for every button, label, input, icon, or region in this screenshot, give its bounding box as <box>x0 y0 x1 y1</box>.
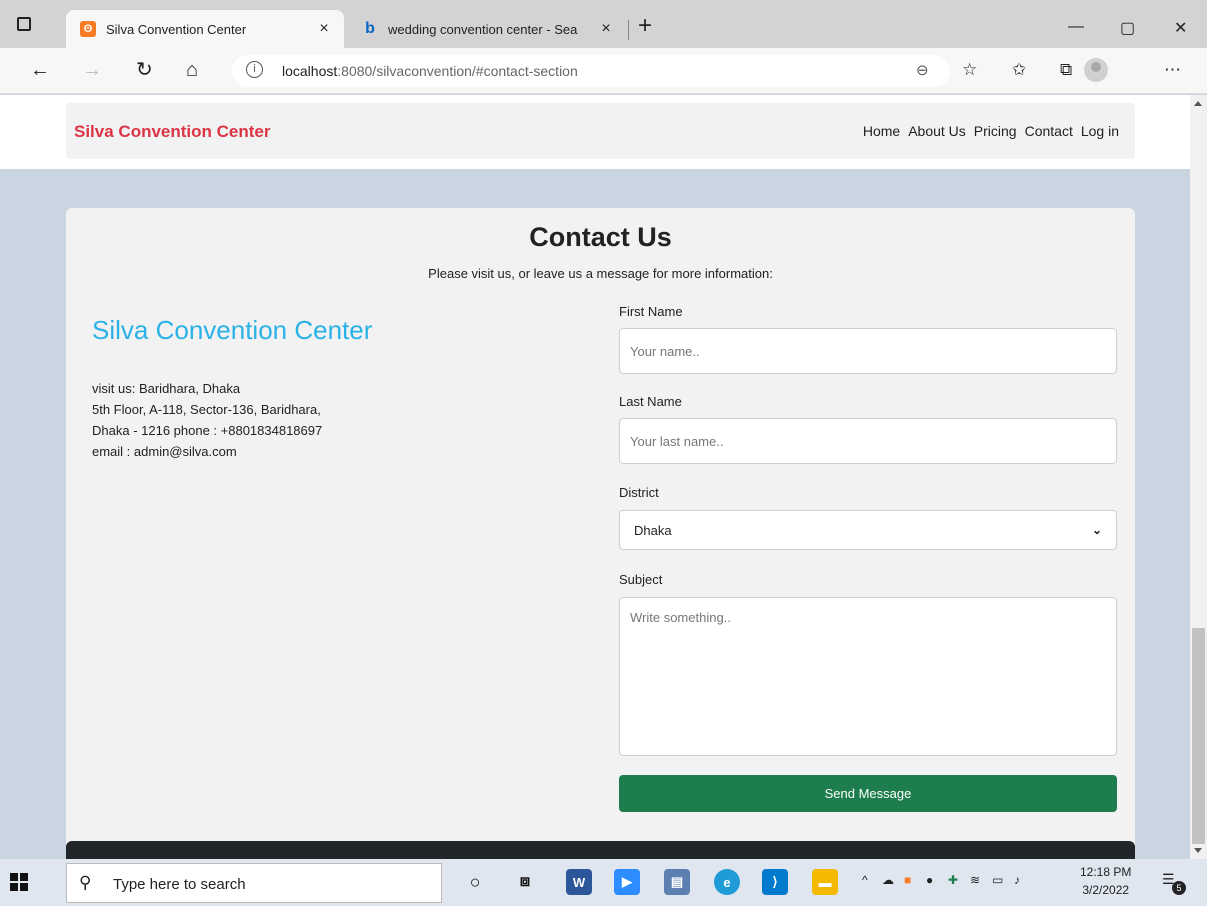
nav-link-contact[interactable]: Contact <box>1025 123 1073 139</box>
home-icon[interactable]: ⌂ <box>186 58 198 82</box>
more-options-icon[interactable]: ⋯ <box>1164 60 1181 80</box>
district-label: District <box>619 485 659 500</box>
address-line: email : admin@silva.com <box>92 444 237 459</box>
close-tab-icon[interactable]: × <box>594 20 618 38</box>
forward-icon[interactable]: → <box>82 58 102 82</box>
send-message-button[interactable]: Send Message <box>619 775 1117 812</box>
profile-avatar[interactable] <box>1084 58 1108 82</box>
first-name-input[interactable] <box>619 328 1117 374</box>
nav-link-login[interactable]: Log in <box>1081 123 1119 139</box>
collections-icon[interactable]: ⧉ <box>1060 60 1072 80</box>
site-navbar: Silva Convention Center Home About Us Pr… <box>66 103 1135 159</box>
tab-divider <box>628 20 629 40</box>
site-brand[interactable]: Silva Convention Center <box>74 122 270 142</box>
cortana-icon[interactable]: ○ <box>462 869 488 895</box>
windows-start-icon[interactable] <box>10 873 28 891</box>
zoom-icon[interactable]: ⊖ <box>916 61 929 79</box>
nav-links: Home About Us Pricing Contact Log in <box>863 123 1119 139</box>
tab-title: wedding convention center - Sea <box>388 21 578 37</box>
back-icon[interactable]: ← <box>30 58 50 82</box>
show-hidden-icons[interactable]: ^ <box>862 873 868 887</box>
xampp-favicon-icon: ʘ <box>80 21 96 37</box>
site-info-icon[interactable]: i <box>246 61 263 78</box>
volume-icon[interactable]: ♪ <box>1014 873 1020 887</box>
search-placeholder: Type here to search <box>113 876 246 893</box>
nav-link-pricing[interactable]: Pricing <box>974 123 1017 139</box>
notification-badge: 5 <box>1172 881 1186 895</box>
contact-title: Contact Us <box>529 222 672 252</box>
add-favorite-icon[interactable]: ☆ <box>962 60 977 80</box>
center-name: Silva Convention Center <box>92 315 373 345</box>
word-icon[interactable]: W <box>566 869 592 895</box>
address-line: visit us: Baridhara, Dhaka <box>92 381 241 396</box>
last-name-input[interactable] <box>619 418 1117 464</box>
clock-time: 12:18 PM <box>1080 865 1132 879</box>
chevron-down-icon: ⌄ <box>1091 523 1102 537</box>
edge-icon[interactable]: e <box>714 869 740 895</box>
network-app-icon[interactable]: ▤ <box>664 869 690 895</box>
district-select[interactable]: Dhaka ⌄ <box>619 510 1117 550</box>
battery-icon[interactable]: ▭ <box>992 873 1003 887</box>
favorites-icon[interactable]: ✩ <box>1012 60 1026 80</box>
taskbar-search[interactable]: ⚲ Type here to search <box>66 863 442 903</box>
restore-icon[interactable]: ▢ <box>1120 18 1135 38</box>
search-icon: ⚲ <box>79 873 92 892</box>
refresh-icon[interactable]: ↻ <box>136 58 153 82</box>
clock-date: 3/2/2022 <box>1082 883 1130 897</box>
nav-link-about[interactable]: About Us <box>908 123 966 139</box>
security-icon[interactable]: ✚ <box>948 873 958 887</box>
subject-textarea[interactable] <box>619 597 1117 756</box>
file-explorer-icon[interactable]: ▬ <box>812 869 838 895</box>
contact-subtitle: Please visit us, or leave us a message f… <box>428 266 773 281</box>
address-line: Dhaka - 1216 phone : +8801834818697 <box>92 423 323 438</box>
tab-actions-button[interactable] <box>14 14 34 34</box>
new-tab-button[interactable]: + <box>638 14 652 38</box>
page-footer <box>66 841 1135 859</box>
tab-title: Silva Convention Center <box>106 21 247 37</box>
vscode-icon[interactable]: ⟩ <box>762 869 788 895</box>
browser-tab-bar: ʘ Silva Convention Center × b wedding co… <box>0 0 1207 48</box>
subject-label: Subject <box>619 572 663 587</box>
last-name-label: Last Name <box>619 394 682 409</box>
scroll-thumb[interactable] <box>1192 628 1205 844</box>
windows-taskbar: ⚲ Type here to search ○ ⧈ W ▶ ▤ e ⟩ ▬ ^ … <box>0 859 1207 906</box>
nav-link-home[interactable]: Home <box>863 123 900 139</box>
minimize-icon[interactable]: — <box>1068 18 1084 36</box>
address-block: visit us: Baridhara, Dhaka 5th Floor, A-… <box>92 378 322 462</box>
url-text[interactable]: localhost:8080/silvaconvention/#contact-… <box>282 63 578 79</box>
notification-center-icon[interactable]: ☰ 5 <box>1162 871 1186 895</box>
system-clock[interactable]: 12:18 PM 3/2/2022 <box>1080 863 1131 899</box>
url-host: localhost <box>282 63 338 79</box>
address-line: 5th Floor, A-118, Sector-136, Baridhara, <box>92 402 321 417</box>
scroll-up-icon[interactable] <box>1194 101 1202 106</box>
first-name-label: First Name <box>619 304 683 319</box>
onedrive-icon[interactable]: ☁ <box>882 873 894 887</box>
tab-bing-search[interactable]: b wedding convention center - Sea × <box>348 10 626 48</box>
address-bar[interactable]: i localhost:8080/silvaconvention/#contac… <box>232 55 950 87</box>
tray-app-icon[interactable]: ● <box>926 873 933 887</box>
contact-card: Contact Us Please visit us, or leave us … <box>66 208 1135 859</box>
task-view-icon[interactable]: ⧈ <box>512 869 538 895</box>
page-scrollbar[interactable] <box>1190 95 1207 859</box>
district-value: Dhaka <box>634 522 672 538</box>
wifi-icon[interactable]: ≋ <box>970 873 980 887</box>
url-path: :8080/silvaconvention/#contact-section <box>337 63 578 79</box>
tab-silva-convention[interactable]: ʘ Silva Convention Center × <box>66 10 344 48</box>
scroll-down-icon[interactable] <box>1194 848 1202 853</box>
web-page: Silva Convention Center Home About Us Pr… <box>0 95 1190 859</box>
bing-favicon-icon: b <box>365 20 375 37</box>
zoom-app-icon[interactable]: ▶ <box>614 869 640 895</box>
xampp-tray-icon[interactable]: ■ <box>904 873 911 887</box>
browser-toolbar: ← → ↻ ⌂ i localhost:8080/silvaconvention… <box>0 48 1207 94</box>
close-tab-icon[interactable]: × <box>312 20 336 38</box>
close-window-icon[interactable]: ✕ <box>1174 18 1187 38</box>
